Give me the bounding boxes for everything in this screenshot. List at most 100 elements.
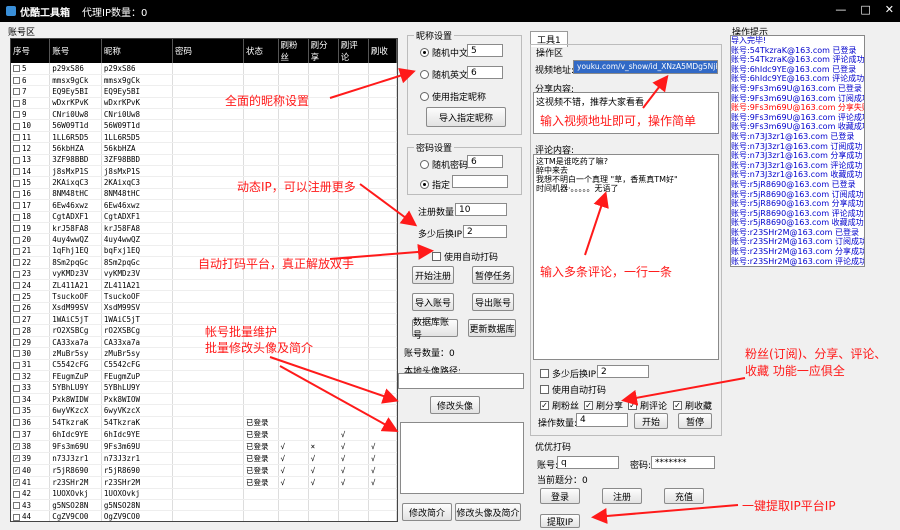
update-db-button[interactable]: 更新数据库 (468, 319, 516, 337)
row-checkbox[interactable] (13, 145, 20, 153)
close-icon[interactable]: ✕ (885, 3, 894, 16)
random-en-length[interactable]: 6 (467, 66, 503, 79)
export-accounts-button[interactable]: 导出账号 (472, 293, 514, 311)
row-checkbox[interactable] (13, 213, 20, 221)
captcha-register-button[interactable]: 注册 (602, 488, 642, 504)
cell-index[interactable]: 7 (11, 85, 51, 98)
radio-random-en[interactable]: 随机英文 (420, 68, 468, 81)
row-checkbox[interactable] (13, 396, 20, 404)
row-checkbox[interactable] (13, 202, 20, 210)
table-row[interactable]: 29 CA33xa7a CA33xa7a (11, 336, 397, 349)
cell-index[interactable]: 43 (11, 499, 51, 512)
table-row[interactable]: ✓ 41 r23SHr2M r23SHr2M 已登录 √ √ √ √ (11, 476, 397, 489)
row-checkbox[interactable] (13, 419, 20, 427)
row-checkbox[interactable] (13, 282, 20, 290)
import-nickname-button[interactable]: 导入指定昵称 (426, 107, 506, 127)
tools-auto-captcha[interactable]: 使用自动打码 (540, 383, 606, 396)
cell-index[interactable]: 5 (11, 63, 51, 75)
row-checkbox[interactable] (13, 431, 20, 439)
cell-index[interactable]: 6 (11, 74, 51, 87)
cell-index[interactable]: 29 (11, 336, 51, 349)
table-row[interactable]: 35 6wyVKzcX 6wyVKzcX (11, 404, 397, 417)
modify-avatar-button[interactable]: 修改头像 (430, 396, 480, 414)
cell-index[interactable]: 21 (11, 245, 51, 258)
cell-index[interactable]: 11 (11, 131, 51, 144)
cell-index[interactable]: 19 (11, 222, 51, 235)
row-checkbox[interactable] (13, 190, 20, 198)
opt-comment[interactable]: ✓ 刷评论 (628, 399, 667, 412)
table-row[interactable]: ✓ 38 9Fs3m69U 9Fs3m69U 已登录 √ × √ √ (11, 440, 397, 453)
table-row[interactable]: 42 1UOXOvkj 1UOXOvkj (11, 488, 397, 501)
table-row[interactable]: 11 1LL6R5D5 1LL6R5D5 (11, 131, 397, 144)
table-row[interactable]: 20 4uy4wwQZ 4uy4wwQZ (11, 233, 397, 246)
table-row[interactable]: 18 CgtADXF1 CgtADXF1 (11, 211, 397, 223)
opt-share[interactable]: ✓ 刷分享 (584, 399, 623, 412)
cell-index[interactable]: 20 (11, 233, 51, 246)
table-row[interactable]: ✓ 39 n73J3zr1 n73J3zr1 已登录 √ √ √ √ (11, 452, 397, 465)
start-register-button[interactable]: 开始注册 (412, 266, 454, 284)
register-count-input[interactable]: 10 (455, 203, 507, 216)
register-swap-input[interactable]: 2 (463, 225, 507, 238)
tools-pause-button[interactable]: 暂停 (678, 413, 712, 429)
cell-index[interactable]: 24 (11, 279, 51, 292)
cell-index[interactable]: 27 (11, 313, 51, 326)
row-checkbox[interactable] (13, 111, 20, 119)
table-row[interactable]: 25 TsuckoOF TsuckoOF (11, 290, 397, 303)
table-row[interactable]: 34 Pxk8WIDW Pxk8WIOW (11, 393, 397, 406)
fetch-ip-button[interactable]: 提取IP (540, 514, 580, 528)
row-checkbox[interactable] (13, 270, 20, 278)
row-checkbox[interactable] (13, 361, 20, 369)
col-collect[interactable]: 刷收 (368, 39, 397, 63)
table-row[interactable]: ✓ 40 r5jR8690 r5jR8690 已登录 √ √ √ √ (11, 464, 397, 477)
table-row[interactable]: 28 rO2XSBCg rO2XSBCg (11, 324, 397, 337)
db-accounts-button[interactable]: 数据库账号 (412, 318, 458, 341)
col-index[interactable]: 序号 (11, 39, 51, 63)
import-accounts-button[interactable]: 导入账号 (412, 293, 454, 311)
captcha-login-button[interactable]: 登录 (540, 488, 580, 504)
row-checkbox[interactable] (13, 65, 20, 73)
cell-index[interactable]: 35 (11, 404, 51, 417)
cell-index[interactable]: 18 (11, 211, 51, 223)
cell-index[interactable]: 25 (11, 290, 51, 303)
row-checkbox[interactable] (13, 168, 20, 176)
cell-index[interactable]: 15 (11, 176, 51, 189)
table-row[interactable]: 19 krJ58FA8 krJ58FA8 (11, 222, 397, 235)
comment-content-textarea[interactable]: 这TM是谁吃药了嘛? 醉中来去 我想不明白一个真理 "草，香蕉真TM好" 时间机… (533, 154, 719, 360)
row-checkbox[interactable] (13, 502, 20, 510)
table-row[interactable]: 43 g5NSO28N g5NSO28N (11, 499, 397, 512)
tools-swap-input[interactable]: 2 (597, 365, 649, 378)
table-row[interactable]: 12 56kbHZA 56kbHZA (11, 142, 397, 155)
radio-random-cn[interactable]: 随机中文 (420, 46, 468, 59)
cell-index[interactable]: 17 (11, 199, 51, 212)
row-checkbox[interactable] (13, 407, 20, 415)
cell-index[interactable]: 36 (11, 416, 51, 429)
cell-index[interactable]: 12 (11, 142, 51, 155)
row-checkbox[interactable] (13, 513, 20, 521)
table-row[interactable]: 14 j8sMxP1S j8sMxP1S (11, 165, 397, 178)
cell-index[interactable]: 31 (11, 359, 51, 372)
modify-avatar-intro-button[interactable]: 修改头像及简介 (455, 503, 521, 521)
table-row[interactable]: 26 XsdM99SV XsdM99SV (11, 302, 397, 315)
row-checkbox[interactable] (13, 339, 20, 347)
table-row[interactable]: 7 EQ9Ey5BI EQ9Ey5BI (11, 85, 397, 98)
col-account[interactable]: 账号 (49, 39, 102, 63)
table-row[interactable]: 5 p29xS86 p29xS86 (11, 63, 397, 75)
row-checkbox[interactable] (13, 134, 20, 142)
cell-index[interactable]: 34 (11, 393, 51, 406)
table-row[interactable]: 33 5YBhLU9Y 5YBhLU9Y (11, 381, 397, 394)
table-row[interactable]: 17 6Ew46xwz 6Ew46xwz (11, 199, 397, 212)
account-table[interactable]: 序号 账号 昵称 密码 状态 刷粉丝 刷分享 刷评论 刷收 5 p29xS86 p2… (10, 38, 398, 522)
avatar-path-input[interactable] (398, 373, 524, 389)
table-row[interactable]: 8 wDxrKPvK wDxrKPvK (11, 97, 397, 110)
col-comment[interactable]: 刷评论 (338, 39, 369, 63)
row-checkbox[interactable]: ✓ (13, 443, 20, 451)
row-checkbox[interactable] (13, 179, 20, 187)
row-checkbox[interactable] (13, 350, 20, 358)
table-row[interactable]: 32 FEugmZuP FEugmZuP (11, 370, 397, 383)
table-row[interactable]: 10 56W09T1d 56W09T1d (11, 119, 397, 132)
row-checkbox[interactable] (13, 490, 20, 498)
op-count-input[interactable]: 4 (576, 413, 628, 427)
row-checkbox[interactable] (13, 304, 20, 312)
radio-random-password[interactable]: 随机密码 (420, 158, 468, 171)
row-checkbox[interactable]: ✓ (13, 467, 20, 475)
